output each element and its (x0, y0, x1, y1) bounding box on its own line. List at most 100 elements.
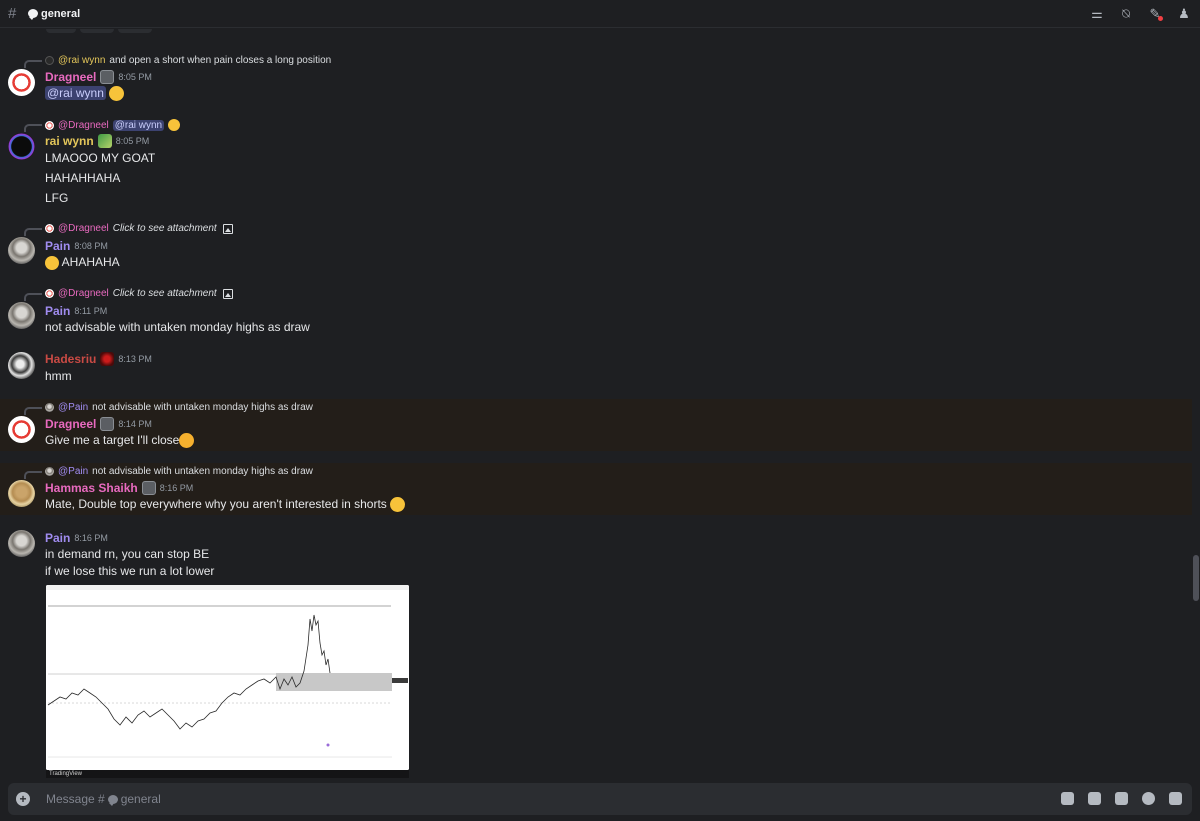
user-mention[interactable]: @rai wynn (45, 86, 106, 100)
timestamp: 8:16 PM (159, 483, 194, 493)
message-line: LFG (45, 191, 69, 205)
image-icon (222, 288, 233, 299)
reply-preview[interactable]: @rai wynn and open a short when pain clo… (45, 55, 331, 66)
channel-header: # general ⚌ ⍉ ✎ ♟ (0, 0, 1200, 28)
member-list-icon[interactable]: ♟ (1176, 6, 1192, 22)
chart-image-attachment[interactable] (46, 585, 409, 770)
reply-connector (24, 471, 42, 479)
message-line: HAHAHHAHA (45, 171, 121, 185)
message-header: rai wynn 8:05 PM (45, 134, 149, 148)
reply-avatar (45, 467, 54, 476)
reply-preview[interactable]: @Dragneel @rai wynn (45, 119, 181, 131)
avatar[interactable] (8, 352, 35, 379)
message-line: if we lose this we run a lot lower (45, 564, 215, 578)
message[interactable]: @Dragneel Click to see attachment Pain 8… (0, 284, 1192, 340)
message-input-box[interactable]: + Message # general (8, 783, 1192, 815)
message[interactable]: @rai wynn and open a short when pain clo… (0, 51, 1192, 107)
placeholder-channel: general (120, 792, 161, 806)
avatar[interactable] (8, 530, 35, 557)
message[interactable]: @Dragneel Click to see attachment Pain 8… (0, 219, 1192, 275)
tradingview-label: TradingView (49, 771, 83, 777)
message-line: Give me a target I'll close (45, 433, 180, 447)
price-chart-graphic (46, 585, 409, 770)
apps-icon[interactable] (1169, 792, 1182, 805)
username[interactable]: Pain (45, 304, 70, 318)
scrollbar-thumb[interactable] (1193, 555, 1199, 601)
avatar[interactable] (8, 133, 35, 160)
reply-connector (24, 124, 42, 132)
message-highlighted[interactable]: @Pain not advisable with untaken monday … (0, 463, 1192, 515)
scrollbar-track[interactable] (1192, 29, 1200, 781)
username[interactable]: rai wynn (45, 134, 94, 148)
username[interactable]: Hadesriu (45, 352, 96, 366)
avatar[interactable] (8, 69, 35, 96)
reply-connector (24, 407, 42, 415)
reply-avatar (45, 224, 54, 233)
reply-attachment-link[interactable]: Click to see attachment (113, 288, 217, 299)
gift-icon[interactable] (1061, 792, 1074, 805)
message-header: Hadesriu 8:13 PM (45, 352, 152, 366)
gif-icon[interactable] (1088, 792, 1101, 805)
pinned-icon[interactable]: ✎ (1147, 6, 1163, 22)
reply-preview[interactable]: @Pain not advisable with untaken monday … (45, 466, 313, 477)
message-content: Mate, Double top everywhere why you aren… (45, 497, 406, 513)
message-line: LMAOOO MY GOAT (45, 151, 156, 165)
timestamp: 8:05 PM (118, 72, 152, 82)
message-header: Pain 8:11 PM (45, 304, 107, 318)
role-icon (100, 417, 115, 431)
username[interactable]: Hammas Shaikh (45, 481, 138, 495)
message-line: not advisable with untaken monday highs … (45, 320, 310, 334)
message[interactable]: @Dragneel @rai wynn rai wynn 8:05 PM LMA… (0, 115, 1192, 211)
message-line: AHAHAHA (61, 255, 120, 269)
reply-connector (24, 228, 42, 236)
username[interactable]: Pain (45, 531, 70, 545)
rofl-emoji-icon (45, 255, 59, 270)
reply-author[interactable]: @Dragneel (58, 120, 109, 131)
reply-author[interactable]: @Dragneel (58, 223, 109, 234)
reply-preview[interactable]: @Dragneel Click to see attachment (45, 288, 233, 299)
reply-preview[interactable]: @Dragneel Click to see attachment (45, 223, 233, 234)
timestamp: 8:13 PM (118, 354, 152, 364)
avatar[interactable] (8, 302, 35, 329)
avatar[interactable] (8, 480, 35, 507)
emoji-icon[interactable] (1142, 792, 1155, 805)
thinking-emoji-icon (390, 497, 406, 513)
timestamp: 8:08 PM (74, 241, 108, 251)
reply-author[interactable]: @rai wynn (58, 55, 105, 66)
username[interactable]: Dragneel (45, 417, 96, 431)
reply-avatar (45, 403, 54, 412)
threads-icon[interactable]: ⚌ (1089, 6, 1105, 22)
reply-avatar (45, 289, 54, 298)
username[interactable]: Dragneel (45, 70, 96, 84)
composer-toolbar (1061, 792, 1182, 805)
sweat-smile-emoji-icon (168, 119, 181, 131)
message-line: hmm (45, 369, 72, 383)
message[interactable]: Hadesriu 8:13 PM hmm (0, 347, 1192, 389)
message-list[interactable]: @rai wynn and open a short when pain clo… (0, 29, 1192, 781)
username[interactable]: Pain (45, 239, 70, 253)
avatar[interactable] (8, 237, 35, 264)
message-header: Pain 8:08 PM (45, 239, 108, 253)
sticker-icon[interactable] (1115, 792, 1128, 805)
avatar[interactable] (8, 416, 35, 443)
message-highlighted[interactable]: @Pain not advisable with untaken monday … (0, 399, 1192, 451)
reply-preview[interactable]: @Pain not advisable with untaken monday … (45, 402, 313, 413)
reply-text: not advisable with untaken monday highs … (92, 402, 313, 413)
channel-title[interactable]: general (28, 8, 80, 20)
header-toolbar: ⚌ ⍉ ✎ ♟ (1089, 6, 1192, 22)
kissing-emoji-icon (179, 433, 195, 449)
message-line: Mate, Double top everywhere why you aren… (45, 497, 387, 511)
user-mention[interactable]: @rai wynn (112, 119, 165, 131)
message-header: Pain 8:16 PM (45, 531, 108, 545)
speech-bubble-icon (28, 9, 38, 20)
mute-bell-icon[interactable]: ⍉ (1118, 6, 1134, 22)
reply-author[interactable]: @Pain (58, 466, 88, 477)
message-input[interactable]: Message # general (46, 792, 161, 806)
message[interactable]: Pain 8:16 PM in demand rn, you can stop … (0, 527, 1192, 778)
reply-text: and open a short when pain closes a long… (109, 55, 332, 66)
upload-plus-icon[interactable]: + (16, 792, 30, 806)
reply-author[interactable]: @Dragneel (58, 288, 109, 299)
reply-author[interactable]: @Pain (58, 402, 88, 413)
timestamp: 8:11 PM (74, 306, 108, 316)
reply-attachment-link[interactable]: Click to see attachment (113, 223, 217, 234)
